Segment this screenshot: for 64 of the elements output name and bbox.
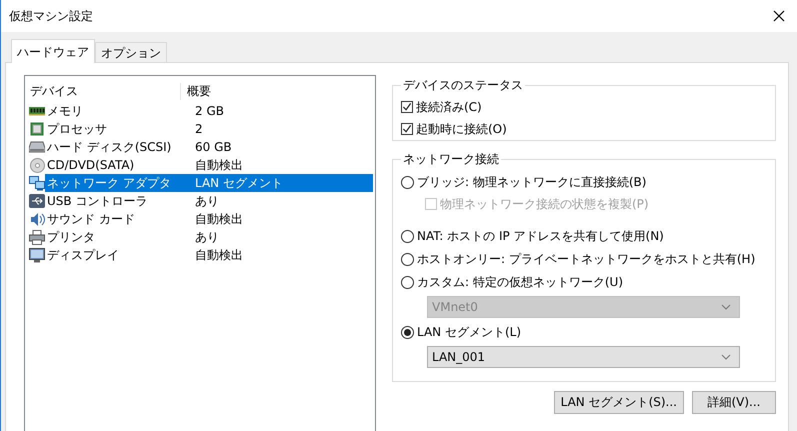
list-row[interactable]: USB コントローラ あり <box>45 192 373 210</box>
device-summary: 自動検出 <box>194 156 243 174</box>
radio-button[interactable] <box>401 326 414 338</box>
list-row[interactable]: ディスプレイ 自動検出 <box>45 246 373 264</box>
dialog-button[interactable]: LAN セグメント(S)... <box>554 391 684 414</box>
option-label: 物理ネットワーク接続の状態を複製(P) <box>440 196 649 212</box>
device-name: CD/DVD(SATA) <box>46 158 136 172</box>
list-row[interactable]: プリンタ あり <box>45 228 373 246</box>
device-summary: 2 <box>194 122 203 136</box>
disc-icon <box>30 158 44 172</box>
chip-icon <box>30 122 44 136</box>
device-summary: 60 GB <box>194 140 232 154</box>
radio-button[interactable] <box>401 276 414 288</box>
monitor-icon <box>29 248 45 262</box>
device-summary: あり <box>194 192 219 210</box>
window-title: 仮想マシン設定 <box>9 8 93 24</box>
memory-icon <box>29 106 45 116</box>
checkbox[interactable] <box>401 101 413 113</box>
device-name: ハード ディスク(SCSI) <box>46 138 172 156</box>
chevron-down-icon <box>721 354 731 360</box>
device-summary: 2 GB <box>194 104 224 118</box>
device-name: ネットワーク アダプタ <box>46 174 172 192</box>
device-summary: 自動検出 <box>194 246 243 264</box>
tab[interactable]: オプション <box>95 42 167 62</box>
list-row[interactable]: ハード ディスク(SCSI) 60 GB <box>45 138 373 156</box>
printer-icon <box>29 230 45 244</box>
device-name: プリンタ <box>46 228 96 246</box>
list-row[interactable]: ネットワーク アダプタ LAN セグメント <box>45 174 373 192</box>
usb-icon <box>29 194 45 208</box>
device-name: ディスプレイ <box>46 246 120 264</box>
device-name: メモリ <box>46 102 84 120</box>
dialog-button[interactable]: 詳細(V)... <box>692 391 776 414</box>
option-label: ホストオンリー: プライベートネットワークをホストと共有(H) <box>417 250 756 268</box>
column-header[interactable]: 概要 <box>181 82 211 100</box>
radio-button[interactable] <box>401 176 414 188</box>
group-title: ネットワーク接続 <box>402 151 500 168</box>
tab[interactable]: ハードウェア <box>11 39 95 63</box>
device-summary: 自動検出 <box>194 210 243 228</box>
list-row[interactable]: プロセッサ 2 <box>45 120 373 138</box>
option-label: カスタム: 特定の仮想ネットワーク(U) <box>417 274 624 290</box>
radio-button[interactable] <box>401 230 414 242</box>
hard-drive-icon <box>29 141 45 153</box>
close-icon[interactable] <box>773 10 785 22</box>
device-name: USB コントローラ <box>46 192 148 210</box>
speaker-icon <box>30 212 44 226</box>
device-name: プロセッサ <box>46 120 108 138</box>
device-summary: LAN セグメント <box>194 174 283 192</box>
option-label: ブリッジ: 物理ネットワークに直接接続(B) <box>417 174 646 190</box>
chevron-down-icon <box>721 304 731 310</box>
list-row[interactable]: CD/DVD(SATA) 自動検出 <box>45 156 373 174</box>
option-label: LAN セグメント(L) <box>417 324 522 340</box>
device-name: サウンド カード <box>46 210 136 228</box>
column-header[interactable]: デバイス <box>25 82 181 100</box>
list-row[interactable]: メモリ 2 GB <box>45 102 373 120</box>
list-row[interactable]: サウンド カード 自動検出 <box>45 210 373 228</box>
checkbox[interactable] <box>401 123 413 135</box>
dropdown[interactable]: LAN_001 <box>427 346 740 368</box>
option-label: NAT: ホストの IP アドレスを共有して使用(N) <box>417 228 664 244</box>
group-title: デバイスのステータス <box>402 77 524 94</box>
option-label: 接続済み(C) <box>416 98 482 116</box>
device-summary: あり <box>194 228 219 246</box>
radio-button[interactable] <box>401 252 414 266</box>
option-label: 起動時に接続(O) <box>416 120 507 138</box>
network-icon <box>29 176 45 190</box>
